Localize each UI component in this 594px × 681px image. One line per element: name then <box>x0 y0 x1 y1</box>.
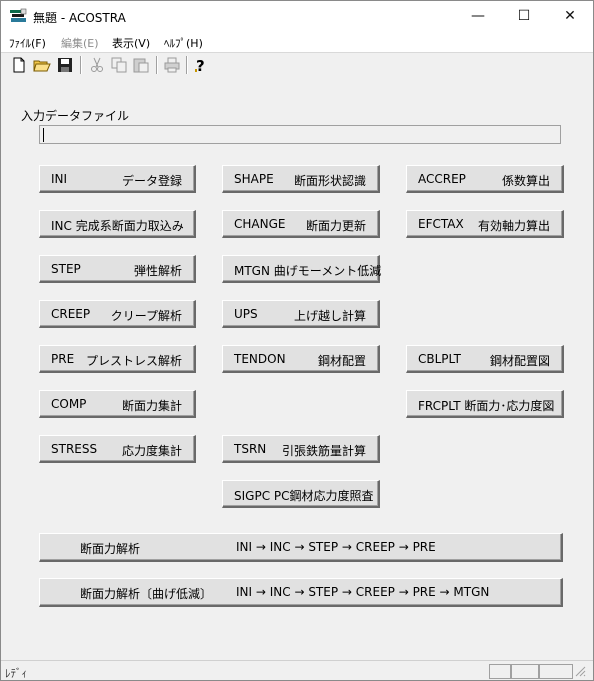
ups-desc: 上げ越し計算 <box>293 309 366 323</box>
menu-file[interactable]: ﾌｧｲﾙ(F) <box>9 35 46 51</box>
status-bar: ﾚﾃﾞｨ <box>1 660 593 680</box>
tsrn-button[interactable]: TSRN 引張鉄筋量計算 <box>222 435 380 463</box>
status-panel <box>539 664 573 679</box>
run1-flow: INI → INC → STEP → CREEP → PRE <box>236 540 436 554</box>
text-caret <box>43 128 44 142</box>
frcplt-code: FRCPLT 断面力･応力度図 <box>418 399 555 413</box>
mtgn-button[interactable]: MTGN 曲げモーメント低減 <box>222 255 382 283</box>
input-file-field[interactable] <box>39 125 561 144</box>
change-code: CHANGE <box>234 217 286 231</box>
copy-icon[interactable] <box>109 55 129 75</box>
status-panel <box>511 664 539 679</box>
menu-help[interactable]: ﾍﾙﾌﾟ(H) <box>164 35 203 51</box>
shape-button[interactable]: SHAPE 断面形状認識 <box>222 165 380 193</box>
accrep-button[interactable]: ACCREP 係数算出 <box>406 165 564 193</box>
ups-button[interactable]: UPS 上げ越し計算 <box>222 300 380 328</box>
pre-desc: プレストレス解析 <box>85 354 182 368</box>
change-desc: 断面力更新 <box>305 219 366 233</box>
creep-desc: クリープ解析 <box>110 309 182 323</box>
toolbar-separator <box>186 56 188 74</box>
run1-label: 断面力解析 <box>80 542 141 556</box>
step-code: STEP <box>51 262 81 276</box>
app-icon[interactable] <box>9 8 27 24</box>
minimize-icon: — <box>471 8 485 24</box>
stress-button[interactable]: STRESS 応力度集計 <box>39 435 196 463</box>
mtgn-code: MTGN 曲げモーメント低減 <box>234 264 382 278</box>
ini-button[interactable]: INI データ登録 <box>39 165 196 193</box>
input-file-label: 入力データファイル <box>21 109 130 123</box>
menu-view[interactable]: 表示(V) <box>112 35 150 51</box>
tsrn-desc: 引張鉄筋量計算 <box>281 444 366 458</box>
help-icon[interactable]: ? <box>191 55 211 75</box>
client-area: 入力データファイル INI データ登録 SHAPE 断面形状認識 ACCREP … <box>1 77 593 660</box>
tsrn-code: TSRN <box>234 442 267 456</box>
pre-code: PRE <box>51 352 75 366</box>
save-icon[interactable] <box>55 55 75 75</box>
run-section-force-analysis-bending-reduction-button[interactable]: 断面力解析〔曲げ低減〕 INI → INC → STEP → CREEP → P… <box>39 578 563 607</box>
menu-bar: ﾌｧｲﾙ(F) 編集(E) 表示(V) ﾍﾙﾌﾟ(H) <box>1 32 593 52</box>
change-button[interactable]: CHANGE 断面力更新 <box>222 210 380 238</box>
comp-desc: 断面力集計 <box>121 399 182 413</box>
maximize-icon: ☐ <box>517 8 531 24</box>
run-section-force-analysis-button[interactable]: 断面力解析 INI → INC → STEP → CREEP → PRE <box>39 533 563 562</box>
minimize-button[interactable]: — <box>455 1 501 32</box>
creep-button[interactable]: CREEP クリープ解析 <box>39 300 196 328</box>
shape-code: SHAPE <box>234 172 274 186</box>
shape-desc: 断面形状認識 <box>293 174 366 188</box>
ini-code: INI <box>51 172 68 186</box>
run2-label: 断面力解析〔曲げ低減〕 <box>80 587 213 601</box>
creep-code: CREEP <box>51 307 91 321</box>
pre-button[interactable]: PRE プレストレス解析 <box>39 345 196 373</box>
step-button[interactable]: STEP 弾性解析 <box>39 255 196 283</box>
accrep-code: ACCREP <box>418 172 466 186</box>
cblplt-code: CBLPLT <box>418 352 461 366</box>
status-panel <box>489 664 511 679</box>
comp-button[interactable]: COMP 断面力集計 <box>39 390 196 418</box>
cblplt-desc: 鋼材配置図 <box>489 354 550 368</box>
print-icon[interactable] <box>162 55 182 75</box>
open-folder-icon[interactable] <box>32 55 52 75</box>
comp-code: COMP <box>51 397 87 411</box>
stress-code: STRESS <box>51 442 98 456</box>
toolbar-separator <box>80 56 82 74</box>
sigpc-button[interactable]: SIGPC PC鋼材応力度照査 <box>222 480 380 508</box>
ups-code: UPS <box>234 307 258 321</box>
main-window: 無題 - ACOSTRA — ☐ ✕ ﾌｧｲﾙ(F) 編集(E) 表示(V) ﾍ… <box>0 0 594 681</box>
frcplt-button[interactable]: FRCPLT 断面力･応力度図 <box>406 390 564 418</box>
tendon-button[interactable]: TENDON 鋼材配置 <box>222 345 380 373</box>
new-file-icon[interactable] <box>9 55 29 75</box>
stress-desc: 応力度集計 <box>121 444 182 458</box>
ini-desc: データ登録 <box>121 174 182 188</box>
tendon-code: TENDON <box>234 352 286 366</box>
title-bar[interactable]: 無題 - ACOSTRA — ☐ ✕ <box>1 1 593 32</box>
inc-button[interactable]: INC 完成系断面力取込み <box>39 210 196 238</box>
run2-flow: INI → INC → STEP → CREEP → PRE → MTGN <box>236 585 490 599</box>
svg-text:?: ? <box>196 57 205 75</box>
sigpc-code: SIGPC PC鋼材応力度照査 <box>234 489 374 503</box>
accrep-desc: 係数算出 <box>501 174 550 188</box>
maximize-button[interactable]: ☐ <box>501 1 547 32</box>
cblplt-button[interactable]: CBLPLT 鋼材配置図 <box>406 345 564 373</box>
paste-icon[interactable] <box>131 55 151 75</box>
close-icon: ✕ <box>564 8 576 24</box>
efctax-desc: 有効軸力算出 <box>477 219 550 233</box>
size-grip[interactable] <box>573 664 591 679</box>
window-title: 無題 - ACOSTRA <box>33 11 126 25</box>
menu-edit[interactable]: 編集(E) <box>61 35 99 51</box>
inc-code: INC 完成系断面力取込み <box>51 219 184 233</box>
toolbar: ? <box>1 52 593 78</box>
close-button[interactable]: ✕ <box>547 1 593 32</box>
tendon-desc: 鋼材配置 <box>317 354 366 368</box>
toolbar-separator <box>156 56 158 74</box>
cut-icon[interactable] <box>87 55 107 75</box>
efctax-code: EFCTAX <box>418 217 464 231</box>
step-desc: 弾性解析 <box>133 264 182 278</box>
efctax-button[interactable]: EFCTAX 有効軸力算出 <box>406 210 564 238</box>
status-text: ﾚﾃﾞｨ <box>5 667 27 680</box>
